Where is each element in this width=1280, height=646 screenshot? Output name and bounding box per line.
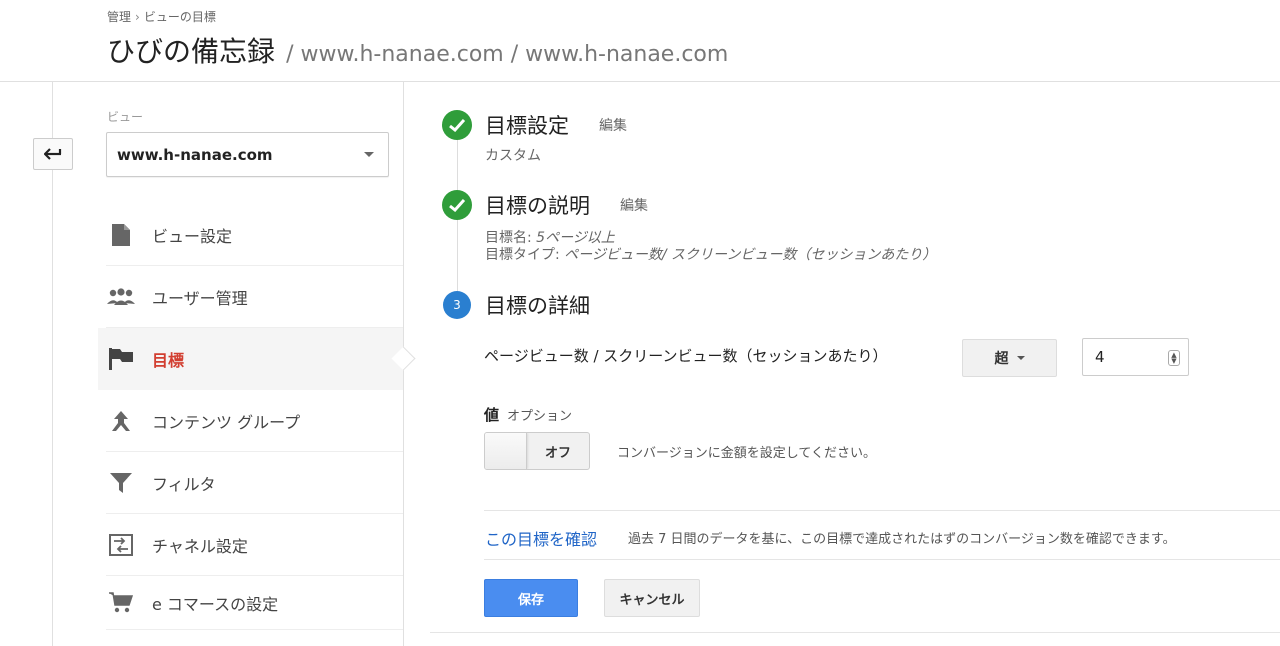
- save-button[interactable]: 保存: [484, 579, 578, 617]
- divider: [484, 559, 1280, 560]
- chevron-down-icon: [364, 152, 374, 157]
- threshold-input[interactable]: 4 ▲ ▼: [1082, 338, 1189, 376]
- value-toggle[interactable]: オフ: [484, 432, 590, 470]
- account-title: ひびの備忘録: [107, 35, 276, 68]
- sidebar-item-view-settings[interactable]: ビュー設定: [106, 204, 403, 266]
- page-title: ひびの備忘録 / www.h-nanae.com / www.h-nanae.c…: [107, 30, 728, 70]
- breadcrumb-admin[interactable]: 管理: [107, 10, 131, 24]
- spinner-icon[interactable]: ▲ ▼: [1168, 350, 1180, 366]
- edit-link[interactable]: 編集: [599, 118, 627, 134]
- toggle-hint: コンバージョンに金額を設定してください。: [617, 446, 876, 461]
- step-title-text: 目標の説明: [485, 194, 590, 218]
- back-button[interactable]: [33, 138, 73, 170]
- goal-type-label: 目標タイプ:: [485, 247, 560, 263]
- optional-label: オプション: [507, 409, 573, 424]
- check-icon: [442, 110, 472, 140]
- step-title: 目標の詳細: [485, 294, 590, 318]
- sidebar-item-label: コンテンツ グループ: [152, 412, 301, 432]
- property-view-path: / www.h-nanae.com / www.h-nanae.com: [286, 42, 729, 67]
- channel-settings-icon: [106, 530, 136, 560]
- step-title: 目標設定 編集: [485, 110, 627, 140]
- sidebar-item-ecommerce-settings[interactable]: e コマースの設定: [106, 576, 403, 630]
- back-arrow-icon: [44, 148, 62, 160]
- value-label: 値オプション: [484, 404, 572, 425]
- step-title: 目標の説明 編集: [485, 190, 648, 220]
- page-header: 管理 › ビューの目標 ひびの備忘録 / www.h-nanae.com / www…: [0, 0, 1280, 82]
- sidebar-item-goals[interactable]: 目標: [98, 328, 403, 390]
- divider: [430, 632, 1280, 633]
- goal-type-value: ページビュー数/ スクリーンビュー数（セッションあたり）: [564, 247, 937, 263]
- chevron-down-icon: [1016, 356, 1025, 360]
- operator-value: 超: [994, 351, 1009, 367]
- step-title-text: 目標設定: [485, 114, 569, 138]
- sidebar-item-content-grouping[interactable]: コンテンツ グループ: [106, 390, 403, 452]
- goal-name-label: 目標名:: [485, 230, 532, 246]
- sidebar: ビュー www.h-nanae.com ビュー設定 ユーザー管理 目標 コンテン…: [98, 82, 404, 646]
- content-group-icon: [106, 406, 136, 436]
- cancel-button[interactable]: キャンセル: [604, 579, 700, 617]
- sidebar-nav: ビュー設定 ユーザー管理 目標 コンテンツ グループ フィルタ チャネル設定 e…: [98, 204, 403, 630]
- edit-link[interactable]: 編集: [620, 198, 648, 214]
- check-icon: [442, 190, 472, 220]
- document-icon: [106, 220, 136, 250]
- sidebar-item-label: e コマースの設定: [152, 594, 279, 614]
- sidebar-item-label: フィルタ: [152, 474, 216, 494]
- sidebar-item-label: ビュー設定: [152, 226, 233, 246]
- breadcrumb-view-goals[interactable]: ビューの目標: [144, 10, 216, 24]
- sidebar-item-channel-settings[interactable]: チャネル設定: [106, 514, 403, 576]
- sidebar-item-user-management[interactable]: ユーザー管理: [106, 266, 403, 328]
- breadcrumb-separator: ›: [135, 10, 140, 24]
- goal-type-detail: 目標タイプ: ページビュー数/ スクリーンビュー数（セッションあたり）: [485, 247, 936, 264]
- threshold-value: 4: [1095, 348, 1105, 366]
- value-label-text: 値: [484, 406, 500, 424]
- view-selector[interactable]: www.h-nanae.com: [106, 132, 389, 177]
- breadcrumb: 管理 › ビューの目標: [107, 8, 216, 25]
- metric-label: ページビュー数 / スクリーンビュー数（セッションあたり）: [484, 347, 888, 365]
- view-selector-value: www.h-nanae.com: [117, 145, 273, 164]
- verify-goal-hint: 過去 7 日間のデータを基に、この目標で達成されたはずのコンバージョン数を確認で…: [628, 532, 1176, 547]
- goal-name-detail: 目標名: 5ページ以上: [485, 230, 615, 247]
- filter-icon: [106, 468, 136, 498]
- toggle-knob: [485, 433, 527, 469]
- cart-icon: [106, 588, 136, 618]
- sidebar-item-label: ユーザー管理: [152, 288, 248, 308]
- step-detail: カスタム: [485, 148, 541, 164]
- goal-editor: 目標設定 編集 カスタム 目標の説明 編集 目標名: 5ページ以上 目標タイプ: ペ…: [430, 82, 1280, 646]
- sidebar-item-label: チャネル設定: [152, 536, 248, 556]
- people-icon: [106, 282, 136, 312]
- sidebar-item-filters[interactable]: フィルタ: [106, 452, 403, 514]
- toggle-label: オフ: [544, 445, 571, 461]
- comparison-operator-select[interactable]: 超: [962, 339, 1057, 377]
- flag-icon: [106, 344, 136, 374]
- view-label: ビュー: [107, 110, 144, 124]
- step-number-badge: 3: [443, 291, 471, 319]
- verify-goal-link[interactable]: この目標を確認: [485, 526, 597, 550]
- divider: [484, 510, 1280, 511]
- goal-name-value: 5ページ以上: [536, 230, 615, 246]
- sidebar-item-label: 目標: [152, 350, 185, 370]
